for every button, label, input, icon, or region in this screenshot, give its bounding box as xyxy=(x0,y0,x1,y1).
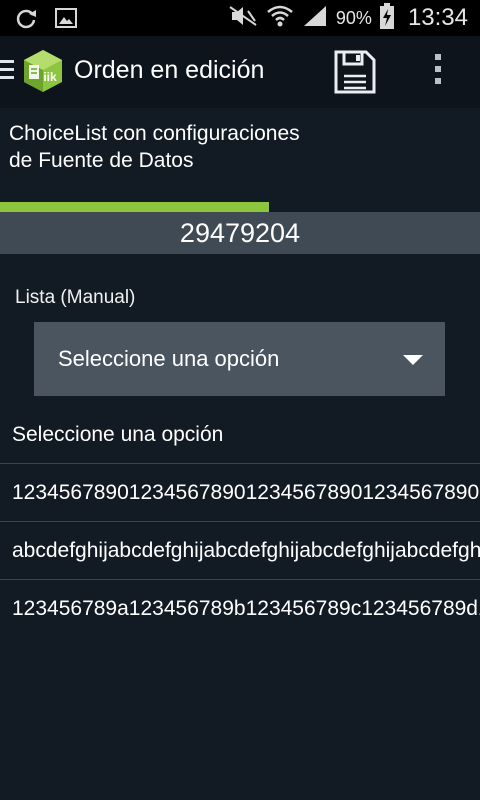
mute-icon xyxy=(228,5,258,31)
option-item[interactable]: 1234567890123456789012345678901234567890… xyxy=(0,464,480,522)
signal-icon xyxy=(302,4,328,32)
select-value: Seleccione una opción xyxy=(58,346,280,371)
action-bar: iik Orden en edición xyxy=(0,36,480,108)
option-item[interactable]: 123456789a123456789b123456789c123456789d… xyxy=(0,580,480,638)
record-id: 29479204 xyxy=(179,218,301,248)
dropdown-arrow-icon xyxy=(403,355,423,365)
screen-title: Orden en edición xyxy=(74,56,265,84)
image-icon xyxy=(54,6,78,34)
option-item[interactable]: abcdefghijabcdefghijabcdefghijabcdefghij… xyxy=(0,522,480,580)
field-label: Lista (Manual) xyxy=(15,287,136,308)
wifi-icon xyxy=(266,4,294,32)
logo-text: iik xyxy=(43,70,57,84)
menu-drawer-icon[interactable] xyxy=(0,60,14,82)
battery-percentage: 90% xyxy=(335,7,372,28)
floppy-disk-icon xyxy=(334,50,376,94)
overflow-menu-icon[interactable] xyxy=(426,50,450,94)
option-item[interactable]: Seleccione una opción xyxy=(0,406,480,464)
record-id-band: 29479204 xyxy=(0,212,480,254)
choice-select[interactable]: Seleccione una opción xyxy=(34,322,445,396)
battery-charging-icon xyxy=(379,3,394,33)
clock: 13:34 xyxy=(407,4,468,31)
status-bar: 90% 13:34 xyxy=(0,0,480,36)
option-list: Seleccione una opción 123456789012345678… xyxy=(0,406,480,638)
save-button[interactable] xyxy=(330,48,378,96)
form-progress-fill xyxy=(0,202,269,212)
form-progress-bar xyxy=(0,202,480,212)
form-title: ChoiceList con configuraciones de Fuente… xyxy=(9,122,300,172)
sync-icon xyxy=(14,6,38,34)
app-logo[interactable]: iik xyxy=(20,48,66,94)
